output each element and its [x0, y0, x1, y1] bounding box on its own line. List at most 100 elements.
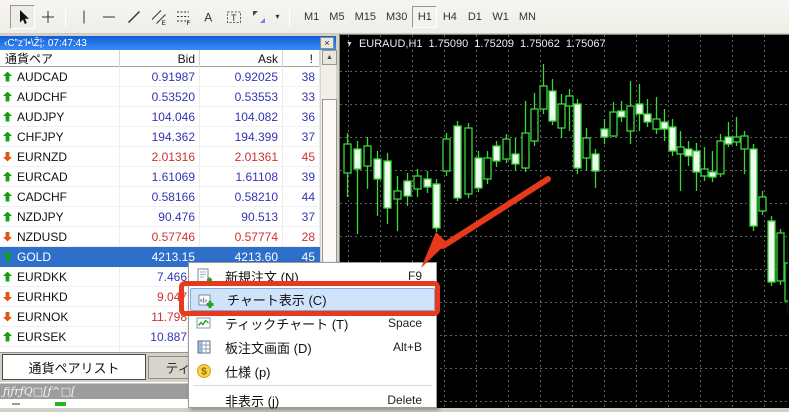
up-arrow-icon: [3, 92, 12, 102]
up-arrow-icon: [3, 212, 12, 222]
up-arrow-icon: [3, 132, 12, 142]
cursor-tool-button[interactable]: [10, 5, 35, 29]
timeframe-m1-button[interactable]: M1: [299, 6, 324, 28]
ask-value: 0.53553: [200, 87, 283, 107]
fibonacci-retracement-tool-button[interactable]: F: [171, 5, 196, 29]
bid-value: 2.01316: [120, 147, 200, 167]
market-watch-row-audjpy[interactable]: AUDJPY104.046104.08236: [0, 107, 320, 127]
ask-value: 0.92025: [200, 67, 283, 87]
text-tool-button[interactable]: A: [196, 5, 221, 29]
navigator-title: ƒiƒrƒQ□[ƒ^□[: [3, 385, 75, 398]
menu-item-label: 非表示 (j): [225, 391, 279, 410]
svg-text:E: E: [161, 20, 166, 26]
market-watch-title: ‹C”z’l•\Ž¦: 07:47:43: [4, 38, 87, 49]
column-symbol[interactable]: 通貨ペア: [0, 50, 120, 67]
crosshair-icon: [39, 8, 57, 26]
timeframe-w1-button[interactable]: W1: [487, 6, 514, 28]
down-arrow-icon: [3, 232, 12, 242]
bid-value: 104.046: [120, 107, 200, 127]
symbol-label: EURHKD: [17, 290, 68, 304]
close-icon[interactable]: ×: [320, 37, 334, 49]
market-watch-row-chfjpy[interactable]: CHFJPY194.362194.39937: [0, 127, 320, 147]
market-watch-row-cadchf[interactable]: CADCHF0.581660.5821044: [0, 187, 320, 207]
column-bid[interactable]: Bid: [120, 50, 200, 67]
trendline-icon: [125, 8, 143, 26]
toolbar-separator: [65, 6, 66, 28]
chart-high: 1.75209: [474, 38, 514, 50]
market-watch-row-eurnzd[interactable]: EURNZD2.013162.0136145: [0, 147, 320, 167]
column-ask[interactable]: Ask: [200, 50, 283, 67]
menu-separator: [193, 385, 432, 386]
symbol-label: GOLD: [17, 250, 51, 264]
trendline-tool-button[interactable]: [121, 5, 146, 29]
menu-item-hide[interactable]: 非表示 (j) Delete: [189, 388, 436, 412]
market-watch-row-nzdjpy[interactable]: NZDJPY90.47690.51337: [0, 207, 320, 227]
symbol-label: EURCAD: [17, 170, 68, 184]
symbol-label: EURNOK: [17, 310, 68, 324]
market-watch-row-audcad[interactable]: AUDCAD0.919870.9202538: [0, 67, 320, 87]
symbol-label: EURSEK: [17, 330, 66, 344]
svg-text:$: $: [201, 367, 207, 378]
up-arrow-icon: [3, 252, 12, 262]
timeframe-h4-button[interactable]: H4: [437, 6, 462, 28]
tree-glyph: [12, 403, 20, 405]
scrollbar-thumb[interactable]: [322, 99, 337, 271]
market-watch-row-audchf[interactable]: AUDCHF0.535200.5355333: [0, 87, 320, 107]
down-arrow-icon: [3, 312, 12, 322]
horizontal-line-tool-button[interactable]: [96, 5, 121, 29]
symbol-label: AUDJPY: [17, 110, 64, 124]
menu-item-label: 仕様 (p): [225, 362, 271, 381]
bid-value: 0.58166: [120, 187, 200, 207]
chart-close: 1.75067: [566, 38, 606, 50]
chart-low: 1.75062: [520, 38, 560, 50]
spread-value: 37: [283, 207, 320, 227]
tree-glyph-green: [55, 402, 66, 406]
cursor-icon: [14, 8, 32, 26]
scroll-up-icon[interactable]: ▲: [322, 50, 337, 65]
column-spread[interactable]: !: [283, 50, 320, 67]
up-arrow-icon: [3, 192, 12, 202]
arrows-tool-button[interactable]: [246, 5, 271, 29]
market-watch-row-eurcad[interactable]: EURCAD1.610691.6110839: [0, 167, 320, 187]
bid-value: 194.362: [120, 127, 200, 147]
spread-value: 33: [283, 87, 320, 107]
spread-value: 39: [283, 167, 320, 187]
drawing-tools: E FAT ▾: [10, 5, 295, 29]
tab-symbol-list[interactable]: 通貨ペアリスト: [2, 354, 146, 380]
timeframe-m15-button[interactable]: M15: [350, 6, 381, 28]
market-watch-titlebar: ‹C”z’l•\Ž¦: 07:47:43 ×: [0, 36, 336, 50]
symbol-label: EURDKK: [17, 270, 67, 284]
timeframe-mn-button[interactable]: MN: [514, 6, 541, 28]
menu-item-specification[interactable]: $ 仕様 (p): [189, 359, 436, 383]
crosshair-tool-button[interactable]: [35, 5, 60, 29]
down-arrow-icon: [3, 152, 12, 162]
svg-text:T: T: [231, 12, 237, 22]
tick-chart-icon: [196, 315, 212, 331]
menu-shortcut: Delete: [387, 393, 422, 407]
svg-text:F: F: [186, 20, 190, 26]
menu-item-depth-of-market[interactable]: 板注文画面 (D)Alt+B: [189, 335, 436, 359]
ask-value: 2.01361: [200, 147, 283, 167]
market-watch-row-nzdusd[interactable]: NZDUSD0.577460.5777428: [0, 227, 320, 247]
bid-value: 1.61069: [120, 167, 200, 187]
text-label-tool-button[interactable]: T: [221, 5, 246, 29]
menu-shortcut: Alt+B: [393, 340, 422, 354]
timeframe-d1-button[interactable]: D1: [462, 6, 487, 28]
timeframe-m30-button[interactable]: M30: [381, 6, 412, 28]
menu-shortcut: Space: [388, 316, 422, 330]
horizontal-line-icon: [100, 8, 118, 26]
chart-header: ▼ EURAUD,H1 1.75090 1.75209 1.75062 1.75…: [346, 38, 606, 50]
chart-dropdown-icon[interactable]: ▼: [346, 41, 353, 48]
ask-value: 0.58210: [200, 187, 283, 207]
dropdown-caret-icon[interactable]: ▾: [271, 5, 284, 29]
menu-item-label: ティックチャート (T): [225, 314, 348, 333]
down-arrow-icon: [3, 292, 12, 302]
bid-value: 0.91987: [120, 67, 200, 87]
timeframe-h1-button[interactable]: H1: [412, 6, 437, 28]
equidistant-channel-tool-button[interactable]: E: [146, 5, 171, 29]
vertical-line-tool-button[interactable]: [71, 5, 96, 29]
fibonacci-retracement-icon: F: [175, 8, 193, 26]
bid-value: 0.57746: [120, 227, 200, 247]
bid-value: 0.53520: [120, 87, 200, 107]
timeframe-m5-button[interactable]: M5: [324, 6, 349, 28]
